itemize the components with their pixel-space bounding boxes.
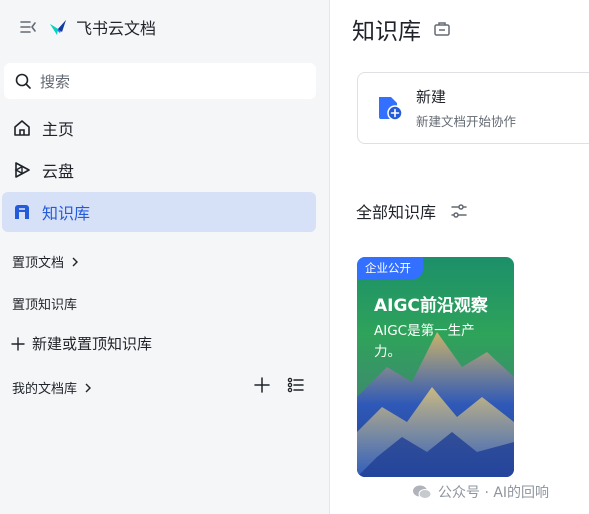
new-or-pin-wiki-label: 新建或置顶知识库 — [32, 335, 153, 353]
section-label: 我的文档库 — [12, 382, 78, 397]
feishu-docs-logo-icon — [50, 20, 66, 35]
chevron-right-icon — [72, 257, 79, 266]
search-icon — [15, 73, 31, 89]
wiki-card-title: AIGC前沿观察 — [374, 296, 488, 316]
wiki-card-description: AIGC是第一生产力。 — [374, 323, 475, 360]
pinned-docs-section[interactable]: 置顶文档 — [12, 252, 80, 271]
new-or-pin-wiki-button[interactable]: 新建或置顶知识库 — [10, 333, 152, 354]
list-settings-icon[interactable] — [287, 376, 305, 394]
new-document-card[interactable]: 新建 新建文档开始协作 — [357, 72, 589, 144]
pinned-wiki-section[interactable]: 置顶知识库 — [12, 294, 77, 313]
home-icon — [14, 120, 30, 136]
drive-icon — [14, 162, 30, 178]
page-title-text: 知识库 — [352, 19, 421, 45]
my-libraries-actions — [237, 376, 305, 394]
wiki-icon — [15, 205, 29, 219]
sidebar-item-label: 云盘 — [42, 162, 75, 181]
sidebar-item-label: 主页 — [42, 120, 75, 139]
chevron-right-icon — [85, 383, 92, 392]
watermark-text: 公众号 · AI的回响 — [438, 485, 550, 501]
sidebar-item-home[interactable]: 主页 — [2, 108, 316, 148]
wiki-info-icon[interactable] — [433, 20, 451, 38]
plus-icon — [11, 336, 25, 351]
search-input[interactable]: 搜索 — [4, 63, 316, 99]
filter-icon[interactable] — [450, 202, 468, 220]
visibility-badge: 企业公开 — [357, 257, 423, 279]
sidebar-item-label: 知识库 — [42, 204, 91, 223]
all-wiki-label: 全部知识库 — [356, 203, 437, 222]
all-wiki-header: 全部知识库 — [356, 199, 468, 223]
wechat-icon — [413, 485, 432, 499]
app-name: 飞书云文档 — [76, 19, 157, 38]
section-label: 置顶文档 — [12, 256, 65, 271]
add-library-icon[interactable] — [253, 376, 271, 394]
new-card-subtitle: 新建文档开始协作 — [416, 114, 517, 129]
new-card-title: 新建 — [416, 88, 447, 106]
collapse-sidebar-icon[interactable] — [18, 17, 38, 37]
section-label: 置顶知识库 — [12, 298, 78, 313]
search-placeholder: 搜索 — [40, 72, 71, 91]
sidebar-item-wiki[interactable]: 知识库 — [2, 192, 316, 232]
my-libraries-section[interactable]: 我的文档库 — [12, 378, 93, 397]
wiki-card-aigc[interactable]: 企业公开 AIGC前沿观察 AIGC是第一生产力。 — [357, 257, 514, 477]
sidebar: 飞书云文档 搜索 主页 云盘 知识库 置顶文档 置顶知识库 新建或置顶知识库 我… — [0, 0, 330, 514]
page-title: 知识库 — [352, 12, 451, 46]
main-content: 知识库 新建 新建文档开始协作 全部知识库 企业公开 AIGC前沿观察 AIGC… — [330, 0, 589, 514]
wiki-card-cover — [357, 257, 514, 477]
brand: 飞书云文档 — [18, 16, 156, 38]
watermark: 公众号 · AI的回响 — [412, 482, 549, 502]
sidebar-item-drive[interactable]: 云盘 — [2, 150, 316, 190]
new-document-icon — [379, 97, 403, 121]
